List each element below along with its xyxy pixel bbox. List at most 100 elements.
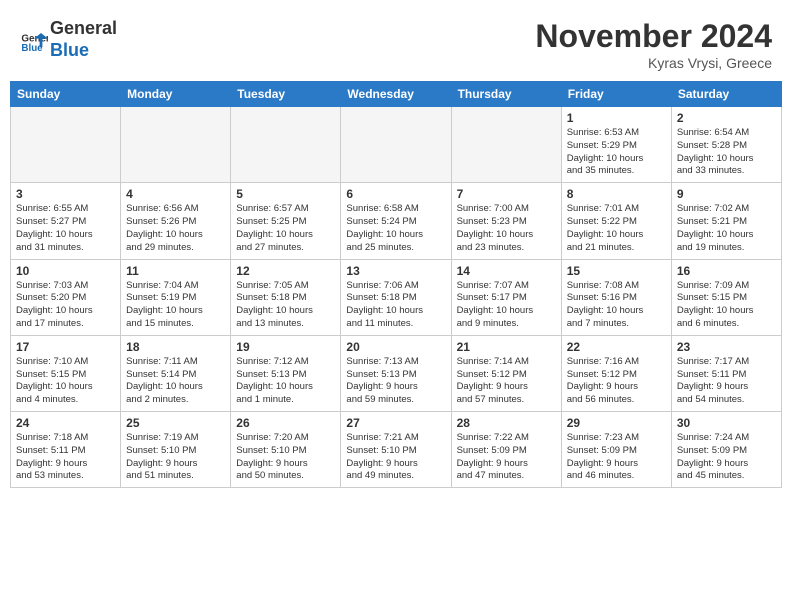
week-row-2: 3 Sunrise: 6:55 AM Sunset: 5:27 PM Daylig…: [11, 183, 782, 259]
weekday-header-sunday: Sunday: [11, 82, 121, 107]
day-info: Sunrise: 7:06 AM Sunset: 5:18 PM Dayligh…: [346, 280, 445, 331]
calendar-cell: 6 Sunrise: 6:58 AM Sunset: 5:24 PM Daylig…: [341, 183, 451, 259]
day-number: 2: [677, 111, 776, 125]
calendar-cell: 20 Sunrise: 7:13 AM Sunset: 5:13 PM Dayli…: [341, 335, 451, 411]
day-info: Sunrise: 6:56 AM Sunset: 5:26 PM Dayligh…: [126, 203, 225, 254]
day-info: Sunrise: 7:13 AM Sunset: 5:13 PM Dayligh…: [346, 356, 445, 407]
day-number: 22: [567, 340, 666, 354]
day-number: 19: [236, 340, 335, 354]
day-info: Sunrise: 7:07 AM Sunset: 5:17 PM Dayligh…: [457, 280, 556, 331]
day-info: Sunrise: 7:12 AM Sunset: 5:13 PM Dayligh…: [236, 356, 335, 407]
weekday-header-friday: Friday: [561, 82, 671, 107]
weekday-header-wednesday: Wednesday: [341, 82, 451, 107]
calendar-cell: 2 Sunrise: 6:54 AM Sunset: 5:28 PM Daylig…: [671, 107, 781, 183]
calendar-cell: [341, 107, 451, 183]
logo: General Blue General Blue: [20, 18, 117, 61]
day-number: 21: [457, 340, 556, 354]
day-number: 7: [457, 187, 556, 201]
day-info: Sunrise: 6:53 AM Sunset: 5:29 PM Dayligh…: [567, 127, 666, 178]
week-row-1: 1 Sunrise: 6:53 AM Sunset: 5:29 PM Daylig…: [11, 107, 782, 183]
day-number: 5: [236, 187, 335, 201]
day-number: 20: [346, 340, 445, 354]
weekday-header-monday: Monday: [121, 82, 231, 107]
calendar-cell: [11, 107, 121, 183]
day-number: 24: [16, 416, 115, 430]
day-info: Sunrise: 7:22 AM Sunset: 5:09 PM Dayligh…: [457, 432, 556, 483]
day-info: Sunrise: 7:23 AM Sunset: 5:09 PM Dayligh…: [567, 432, 666, 483]
day-info: Sunrise: 7:10 AM Sunset: 5:15 PM Dayligh…: [16, 356, 115, 407]
day-number: 14: [457, 264, 556, 278]
day-info: Sunrise: 7:04 AM Sunset: 5:19 PM Dayligh…: [126, 280, 225, 331]
day-info: Sunrise: 6:55 AM Sunset: 5:27 PM Dayligh…: [16, 203, 115, 254]
calendar-cell: [451, 107, 561, 183]
weekday-header-saturday: Saturday: [671, 82, 781, 107]
day-number: 17: [16, 340, 115, 354]
calendar-cell: 11 Sunrise: 7:04 AM Sunset: 5:19 PM Dayli…: [121, 259, 231, 335]
weekday-header-thursday: Thursday: [451, 82, 561, 107]
calendar-cell: 30 Sunrise: 7:24 AM Sunset: 5:09 PM Dayli…: [671, 412, 781, 488]
day-info: Sunrise: 7:03 AM Sunset: 5:20 PM Dayligh…: [16, 280, 115, 331]
day-info: Sunrise: 6:54 AM Sunset: 5:28 PM Dayligh…: [677, 127, 776, 178]
calendar-cell: 29 Sunrise: 7:23 AM Sunset: 5:09 PM Dayli…: [561, 412, 671, 488]
calendar-cell: 27 Sunrise: 7:21 AM Sunset: 5:10 PM Dayli…: [341, 412, 451, 488]
day-info: Sunrise: 7:00 AM Sunset: 5:23 PM Dayligh…: [457, 203, 556, 254]
day-number: 10: [16, 264, 115, 278]
day-info: Sunrise: 7:05 AM Sunset: 5:18 PM Dayligh…: [236, 280, 335, 331]
day-number: 29: [567, 416, 666, 430]
calendar-cell: [231, 107, 341, 183]
calendar-cell: 25 Sunrise: 7:19 AM Sunset: 5:10 PM Dayli…: [121, 412, 231, 488]
calendar-cell: 19 Sunrise: 7:12 AM Sunset: 5:13 PM Dayli…: [231, 335, 341, 411]
day-number: 25: [126, 416, 225, 430]
weekday-header-tuesday: Tuesday: [231, 82, 341, 107]
day-info: Sunrise: 7:17 AM Sunset: 5:11 PM Dayligh…: [677, 356, 776, 407]
calendar-cell: 7 Sunrise: 7:00 AM Sunset: 5:23 PM Daylig…: [451, 183, 561, 259]
calendar-cell: 24Sunrise: 7:18 AM Sunset: 5:11 PM Dayli…: [11, 412, 121, 488]
day-number: 9: [677, 187, 776, 201]
day-number: 4: [126, 187, 225, 201]
day-number: 30: [677, 416, 776, 430]
day-info: Sunrise: 6:57 AM Sunset: 5:25 PM Dayligh…: [236, 203, 335, 254]
day-number: 13: [346, 264, 445, 278]
weekday-header-row: SundayMondayTuesdayWednesdayThursdayFrid…: [11, 82, 782, 107]
page-header: General Blue General Blue November 2024 …: [10, 10, 782, 77]
week-row-3: 10 Sunrise: 7:03 AM Sunset: 5:20 PM Dayli…: [11, 259, 782, 335]
calendar-cell: 26Sunrise: 7:20 AM Sunset: 5:10 PM Dayli…: [231, 412, 341, 488]
calendar-cell: 23 Sunrise: 7:17 AM Sunset: 5:11 PM Dayli…: [671, 335, 781, 411]
day-number: 6: [346, 187, 445, 201]
calendar-cell: 28 Sunrise: 7:22 AM Sunset: 5:09 PM Dayli…: [451, 412, 561, 488]
day-info: Sunrise: 6:58 AM Sunset: 5:24 PM Dayligh…: [346, 203, 445, 254]
day-number: 18: [126, 340, 225, 354]
day-number: 28: [457, 416, 556, 430]
calendar-cell: 12 Sunrise: 7:05 AM Sunset: 5:18 PM Dayli…: [231, 259, 341, 335]
day-info: Sunrise: 7:24 AM Sunset: 5:09 PM Dayligh…: [677, 432, 776, 483]
location: Kyras Vrysi, Greece: [535, 55, 772, 71]
calendar-cell: 22Sunrise: 7:16 AM Sunset: 5:12 PM Dayli…: [561, 335, 671, 411]
day-number: 12: [236, 264, 335, 278]
calendar-cell: 18 Sunrise: 7:11 AM Sunset: 5:14 PM Dayli…: [121, 335, 231, 411]
day-number: 27: [346, 416, 445, 430]
day-number: 16: [677, 264, 776, 278]
title-block: November 2024 Kyras Vrysi, Greece: [535, 18, 772, 71]
logo-text: General Blue: [50, 18, 117, 61]
calendar-cell: 1 Sunrise: 6:53 AM Sunset: 5:29 PM Daylig…: [561, 107, 671, 183]
logo-icon: General Blue: [20, 26, 48, 54]
day-info: Sunrise: 7:08 AM Sunset: 5:16 PM Dayligh…: [567, 280, 666, 331]
calendar-table: SundayMondayTuesdayWednesdayThursdayFrid…: [10, 81, 782, 488]
day-info: Sunrise: 7:09 AM Sunset: 5:15 PM Dayligh…: [677, 280, 776, 331]
day-info: Sunrise: 7:21 AM Sunset: 5:10 PM Dayligh…: [346, 432, 445, 483]
day-number: 11: [126, 264, 225, 278]
day-number: 26: [236, 416, 335, 430]
day-info: Sunrise: 7:11 AM Sunset: 5:14 PM Dayligh…: [126, 356, 225, 407]
day-number: 23: [677, 340, 776, 354]
calendar-cell: 4 Sunrise: 6:56 AM Sunset: 5:26 PM Daylig…: [121, 183, 231, 259]
calendar-cell: 16 Sunrise: 7:09 AM Sunset: 5:15 PM Dayli…: [671, 259, 781, 335]
calendar-cell: 13 Sunrise: 7:06 AM Sunset: 5:18 PM Dayli…: [341, 259, 451, 335]
day-number: 1: [567, 111, 666, 125]
day-number: 3: [16, 187, 115, 201]
day-info: Sunrise: 7:14 AM Sunset: 5:12 PM Dayligh…: [457, 356, 556, 407]
week-row-4: 17 Sunrise: 7:10 AM Sunset: 5:15 PM Dayli…: [11, 335, 782, 411]
day-info: Sunrise: 7:19 AM Sunset: 5:10 PM Dayligh…: [126, 432, 225, 483]
day-number: 15: [567, 264, 666, 278]
calendar-cell: 15 Sunrise: 7:08 AM Sunset: 5:16 PM Dayli…: [561, 259, 671, 335]
calendar-cell: 17 Sunrise: 7:10 AM Sunset: 5:15 PM Dayli…: [11, 335, 121, 411]
